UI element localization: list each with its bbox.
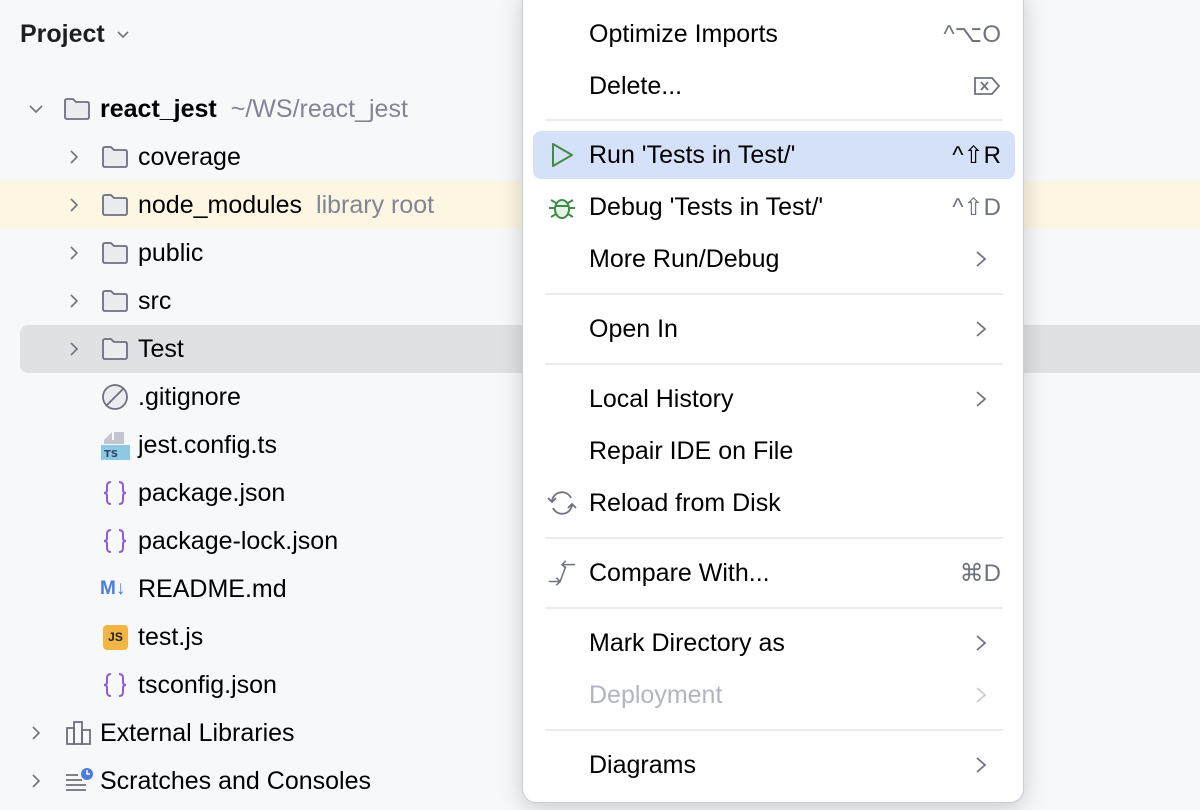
chevron-right-icon[interactable] bbox=[28, 725, 44, 741]
folder-icon bbox=[100, 286, 130, 316]
menu-item-optimize-imports[interactable]: Optimize Imports ^⌥O bbox=[533, 10, 1015, 58]
markdown-icon: M↓ bbox=[100, 578, 126, 599]
folder-icon bbox=[100, 238, 130, 268]
chevron-right-icon[interactable] bbox=[28, 773, 44, 789]
submenu-arrow-icon bbox=[976, 321, 987, 337]
menu-item-repair-ide[interactable]: Repair IDE on File bbox=[533, 427, 1015, 475]
menu-separator bbox=[545, 363, 1003, 365]
tree-node-label: jest.config.ts bbox=[138, 430, 277, 459]
reload-icon bbox=[547, 488, 577, 518]
libraries-icon bbox=[64, 718, 94, 748]
chevron-down-icon[interactable] bbox=[28, 101, 44, 117]
menu-item-label: Reload from Disk bbox=[589, 488, 781, 517]
tree-node-label: public bbox=[138, 238, 204, 267]
menu-item-open-in[interactable]: Open In bbox=[533, 305, 1015, 353]
tree-node-label: test.js bbox=[138, 622, 204, 651]
menu-item-label: Run 'Tests in Test/' bbox=[589, 140, 796, 169]
submenu-arrow-icon bbox=[976, 687, 987, 703]
menu-item-shortcut: ^⇧R bbox=[952, 141, 1001, 169]
submenu-arrow-icon bbox=[976, 251, 987, 267]
tree-node-label: Test bbox=[138, 334, 184, 363]
tree-node-label: package.json bbox=[138, 478, 286, 507]
menu-item-compare-with[interactable]: Compare With... ⌘D bbox=[533, 549, 1015, 597]
menu-item-mark-directory-as[interactable]: Mark Directory as bbox=[533, 619, 1015, 667]
tree-node-label: tsconfig.json bbox=[138, 670, 277, 699]
scratches-icon bbox=[64, 766, 94, 796]
project-view-selector[interactable]: Project bbox=[20, 14, 131, 54]
menu-item-label: Open In bbox=[589, 314, 678, 343]
json-icon bbox=[100, 670, 130, 700]
root-path: ~/WS/react_jest bbox=[230, 94, 408, 123]
debug-icon bbox=[547, 192, 577, 222]
root-name: react_jest bbox=[100, 94, 217, 123]
tree-node-label: .gitignore bbox=[138, 382, 241, 411]
tree-node-label: react_jest ~/WS/react_jest bbox=[100, 95, 408, 124]
chevron-down-icon bbox=[117, 31, 129, 39]
menu-item-reload-from-disk[interactable]: Reload from Disk bbox=[533, 479, 1015, 527]
menu-item-label: Delete... bbox=[589, 71, 683, 100]
menu-item-deployment: Deployment bbox=[533, 671, 1015, 719]
menu-item-local-history[interactable]: Local History bbox=[533, 375, 1015, 423]
panel-title: Project bbox=[20, 19, 105, 48]
context-menu: Optimize Imports ^⌥O Delete... Run 'Test… bbox=[522, 0, 1024, 803]
tree-node-label: README.md bbox=[138, 574, 287, 603]
run-icon bbox=[547, 140, 577, 170]
menu-item-label: Debug 'Tests in Test/' bbox=[589, 192, 824, 221]
menu-item-delete[interactable]: Delete... bbox=[533, 62, 1015, 110]
chevron-right-icon[interactable] bbox=[66, 149, 82, 165]
menu-item-label: Diagrams bbox=[589, 750, 696, 779]
chevron-right-icon[interactable] bbox=[66, 341, 82, 357]
tree-node-label: node_modules library root bbox=[138, 191, 434, 220]
submenu-arrow-icon bbox=[976, 757, 987, 773]
svg-text:TS: TS bbox=[104, 449, 118, 460]
menu-item-label: Local History bbox=[589, 384, 734, 413]
typescript-config-icon: TS bbox=[100, 430, 130, 460]
library-root-hint: library root bbox=[316, 190, 435, 219]
tree-node-label: Scratches and Consoles bbox=[100, 766, 371, 795]
ignore-file-icon bbox=[100, 382, 130, 412]
json-icon bbox=[100, 526, 130, 556]
node-name: node_modules bbox=[138, 190, 303, 219]
menu-item-run-tests[interactable]: Run 'Tests in Test/' ^⇧R bbox=[533, 131, 1015, 179]
tree-node-label: package-lock.json bbox=[138, 526, 339, 555]
menu-item-diagrams[interactable]: Diagrams bbox=[533, 741, 1015, 789]
compare-icon bbox=[547, 558, 577, 588]
menu-separator bbox=[545, 607, 1003, 609]
submenu-arrow-icon bbox=[976, 391, 987, 407]
chevron-right-icon[interactable] bbox=[66, 245, 82, 261]
menu-item-debug-tests[interactable]: Debug 'Tests in Test/' ^⇧D bbox=[533, 183, 1015, 231]
menu-separator bbox=[545, 729, 1003, 731]
menu-separator bbox=[545, 537, 1003, 539]
submenu-arrow-icon bbox=[976, 635, 987, 651]
folder-icon bbox=[62, 94, 92, 124]
menu-item-label: Repair IDE on File bbox=[589, 436, 794, 465]
chevron-right-icon[interactable] bbox=[66, 293, 82, 309]
menu-item-shortcut: ^⌥O bbox=[943, 20, 1001, 48]
menu-item-label: Deployment bbox=[589, 680, 723, 709]
menu-item-shortcut: ^⇧D bbox=[952, 193, 1001, 221]
chevron-right-icon[interactable] bbox=[66, 197, 82, 213]
folder-icon bbox=[100, 142, 130, 172]
backspace-icon bbox=[974, 77, 1001, 95]
javascript-icon: JS bbox=[103, 624, 128, 650]
tree-node-label: src bbox=[138, 286, 172, 315]
menu-separator bbox=[545, 119, 1003, 121]
tree-node-label: coverage bbox=[138, 142, 241, 171]
menu-item-more-run-debug[interactable]: More Run/Debug bbox=[533, 235, 1015, 283]
menu-item-label: Mark Directory as bbox=[589, 628, 785, 657]
tree-node-label: External Libraries bbox=[100, 718, 295, 747]
menu-separator bbox=[545, 293, 1003, 295]
menu-item-label: Optimize Imports bbox=[589, 19, 778, 48]
menu-item-shortcut: ⌘D bbox=[959, 559, 1001, 587]
folder-icon bbox=[100, 334, 130, 364]
menu-item-label: More Run/Debug bbox=[589, 244, 780, 273]
folder-icon bbox=[100, 190, 130, 220]
menu-item-label: Compare With... bbox=[589, 558, 770, 587]
json-icon bbox=[100, 478, 130, 508]
